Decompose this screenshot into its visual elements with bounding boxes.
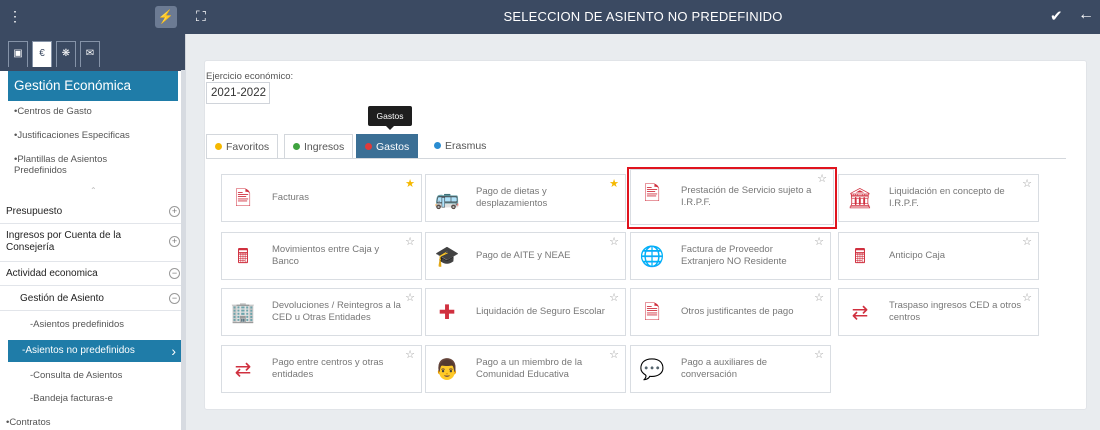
star-icon[interactable]: ★ xyxy=(405,177,415,190)
star-icon[interactable]: ☆ xyxy=(609,348,619,361)
tile-pago-dietas[interactable]: 🚌 Pago de dietas y desplazamientos ★ xyxy=(425,174,626,222)
teacher-icon: 👨 xyxy=(434,359,460,381)
tab-favoritos[interactable]: Favoritos xyxy=(206,134,279,158)
sidebar-item-justificaciones[interactable]: •Justificaciones Especificas xyxy=(8,130,178,141)
page-title: SELECCION DE ASIENTO NO PREDEFINIDO xyxy=(503,9,783,24)
sidebar-tabs: ▣ € ❋ ✉ xyxy=(0,34,185,71)
tooltip: Gastos xyxy=(368,106,412,130)
star-icon[interactable]: ☆ xyxy=(1022,235,1032,248)
menu-kebab-icon[interactable]: ⋮ xyxy=(8,8,22,25)
tab-gastos[interactable]: Gastos xyxy=(356,134,419,158)
star-icon[interactable]: ☆ xyxy=(405,291,415,304)
tab-erasmus[interactable]: Erasmus xyxy=(426,134,495,158)
star-icon[interactable]: ☆ xyxy=(609,235,619,248)
expand-icon[interactable]: + xyxy=(169,206,180,217)
tile-liquidacion-irpf[interactable]: 🏛 Liquidación en concepto de I.R.P.F. ☆ xyxy=(838,174,1039,222)
collapse-icon[interactable]: − xyxy=(169,293,180,304)
star-icon[interactable]: ☆ xyxy=(1022,291,1032,304)
sidebar-item-asientos-predefinidos[interactable]: -Asientos predefinidos xyxy=(24,319,194,330)
bank-icon: 🏛 xyxy=(847,188,873,210)
sidebar-scrollbar[interactable] xyxy=(181,70,186,430)
ejercicio-label: Ejercicio económico: xyxy=(206,71,294,82)
book-icon[interactable]: ▣ xyxy=(8,41,28,67)
euro-icon[interactable]: € xyxy=(32,41,52,67)
register-icon: 🖩 xyxy=(237,246,249,268)
highlight-box xyxy=(627,167,837,229)
tile-pago-entre-centros[interactable]: ⇄ Pago entre centros y otras entidades ☆ xyxy=(221,345,422,393)
sidebar-item-asientos-no-predefinidos[interactable]: -Asientos no predefinidos › xyxy=(8,340,182,362)
tile-facturas[interactable]: 🖹 Facturas ★ xyxy=(221,174,422,222)
settings-icon[interactable]: ❋ xyxy=(56,41,76,67)
tile-traspaso-ingresos[interactable]: ⇄ Traspaso ingresos CED a otros centros ☆ xyxy=(838,288,1039,336)
sidebar-item-consulta-asientos[interactable]: -Consulta de Asientos xyxy=(24,370,194,381)
sidebar-item-contratos[interactable]: •Contratos xyxy=(0,417,170,428)
globe-icon: 🌐 xyxy=(639,246,665,268)
dot-icon xyxy=(434,142,441,149)
transfer-icon: ⇄ xyxy=(851,302,869,324)
graduate-icon: 🎓 xyxy=(434,246,460,268)
lightning-icon[interactable]: ⚡ xyxy=(155,6,177,28)
document-check-icon: 🗎 xyxy=(643,302,661,324)
star-icon[interactable]: ☆ xyxy=(814,291,824,304)
collapse-chevron-icon[interactable]: ⌃ xyxy=(90,186,97,195)
chat-icon: 💬 xyxy=(639,359,665,381)
bus-icon: 🚌 xyxy=(434,188,460,210)
building-icon: 🏢 xyxy=(230,302,256,324)
star-icon[interactable]: ☆ xyxy=(405,348,415,361)
medical-icon: ✚ xyxy=(438,302,456,324)
sidebar-section-ingresos[interactable]: Ingresos por Cuenta de la Consejería + xyxy=(0,224,186,262)
star-icon[interactable]: ☆ xyxy=(1022,177,1032,190)
sidebar-item-centros-gasto[interactable]: •Centros de Gasto xyxy=(8,106,178,117)
tab-ingresos[interactable]: Ingresos xyxy=(284,134,354,158)
expand-icon[interactable]: + xyxy=(169,236,180,247)
invoice-icon: 🖹 xyxy=(234,188,252,210)
dot-icon xyxy=(365,143,372,150)
register-icon: 🖩 xyxy=(854,246,866,268)
ejercicio-select[interactable]: 2021-2022 xyxy=(206,82,270,104)
star-icon[interactable]: ☆ xyxy=(405,235,415,248)
sidebar: ▣ € ❋ ✉ Gestión Económica •Centros de Ga… xyxy=(0,34,186,430)
collapse-icon[interactable]: − xyxy=(169,268,180,279)
star-icon xyxy=(215,143,222,150)
tile-seguro-escolar[interactable]: ✚ Liquidación de Seguro Escolar ☆ xyxy=(425,288,626,336)
star-icon[interactable]: ☆ xyxy=(814,235,824,248)
sidebar-item-plantillas[interactable]: •Plantillas de Asientos Predefinidos xyxy=(8,154,128,176)
tile-otros-justificantes[interactable]: 🗎 Otros justificantes de pago ☆ xyxy=(630,288,831,336)
dot-icon xyxy=(293,143,300,150)
sidebar-item-bandeja-facturas[interactable]: -Bandeja facturas-e xyxy=(24,393,194,404)
tile-pago-aite-neae[interactable]: 🎓 Pago de AITE y NEAE ☆ xyxy=(425,232,626,280)
tile-devoluciones[interactable]: 🏢 Devoluciones / Reintegros a la CED u Ot… xyxy=(221,288,422,336)
tile-pago-auxiliares[interactable]: 💬 Pago a auxiliares de conversación ☆ xyxy=(630,345,831,393)
chevron-right-icon: › xyxy=(171,343,176,359)
tile-anticipo-caja[interactable]: 🖩 Anticipo Caja ☆ xyxy=(838,232,1039,280)
mail-icon[interactable]: ✉ xyxy=(80,41,100,67)
sidebar-topbar: ⋮ ⚡ xyxy=(0,0,186,34)
tabs-divider xyxy=(206,158,1066,159)
sidebar-section-title: Gestión Económica xyxy=(8,71,178,101)
sidebar-section-presupuesto[interactable]: Presupuesto + xyxy=(0,200,186,224)
star-icon[interactable]: ☆ xyxy=(609,291,619,304)
main-topbar: ⛶ SELECCION DE ASIENTO NO PREDEFINIDO ✔ … xyxy=(186,0,1100,34)
tile-movimientos-caja-banco[interactable]: 🖩 Movimientos entre Caja y Banco ☆ xyxy=(221,232,422,280)
tile-factura-extranjero[interactable]: 🌐 Factura de Proveedor Extranjero NO Resi… xyxy=(630,232,831,280)
transfer-icon: ⇄ xyxy=(234,359,252,381)
back-arrow-icon[interactable]: ← xyxy=(1078,6,1094,24)
check-icon[interactable]: ✔ xyxy=(1050,7,1063,25)
sidebar-section-gestion-asiento[interactable]: Gestión de Asiento − xyxy=(0,287,186,311)
tile-pago-miembro[interactable]: 👨 Pago a un miembro de la Comunidad Educa… xyxy=(425,345,626,393)
star-icon[interactable]: ★ xyxy=(609,177,619,190)
sidebar-section-actividad[interactable]: Actividad economica − xyxy=(0,262,186,286)
star-icon[interactable]: ☆ xyxy=(814,348,824,361)
